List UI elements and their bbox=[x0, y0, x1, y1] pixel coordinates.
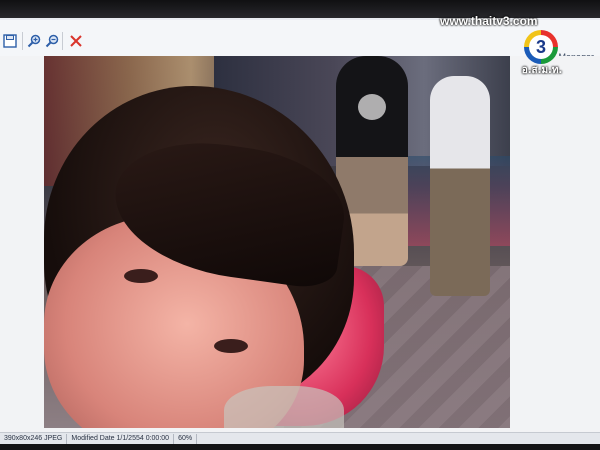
photo-shoulder bbox=[224, 386, 344, 428]
status-dimensions: 390x80x246 JPEG bbox=[0, 434, 68, 444]
save-icon bbox=[3, 34, 17, 48]
zoom-in-icon bbox=[27, 34, 41, 48]
delete-button[interactable] bbox=[66, 32, 86, 50]
tv-watermark-url: www.thaitv3.com bbox=[440, 14, 538, 28]
zoom-out-button[interactable] bbox=[42, 32, 62, 50]
photo-smile bbox=[64, 416, 144, 428]
toolbar-separator bbox=[62, 32, 63, 50]
channel-subtitle: อ.ส.ม.ท. bbox=[521, 65, 563, 76]
shirt-print bbox=[358, 94, 386, 120]
displayed-photo[interactable] bbox=[44, 56, 510, 428]
save-button[interactable] bbox=[0, 32, 20, 50]
monitor-bezel-bottom bbox=[0, 444, 600, 450]
channel-number: 3 bbox=[529, 35, 553, 59]
photo-person-white-shirt bbox=[430, 76, 490, 296]
photo-eye-left bbox=[124, 269, 158, 283]
photo-eye-right bbox=[214, 339, 248, 353]
channel-3-logo-icon: 3 bbox=[524, 30, 558, 64]
zoom-in-button[interactable] bbox=[24, 32, 44, 50]
zoom-out-icon bbox=[45, 34, 59, 48]
status-zoom: 60% bbox=[174, 434, 198, 444]
delete-icon bbox=[70, 35, 82, 47]
status-modified-date: Modified Date 1/1/2554 0:00:00 bbox=[67, 434, 175, 444]
toolbar-separator bbox=[22, 32, 23, 50]
